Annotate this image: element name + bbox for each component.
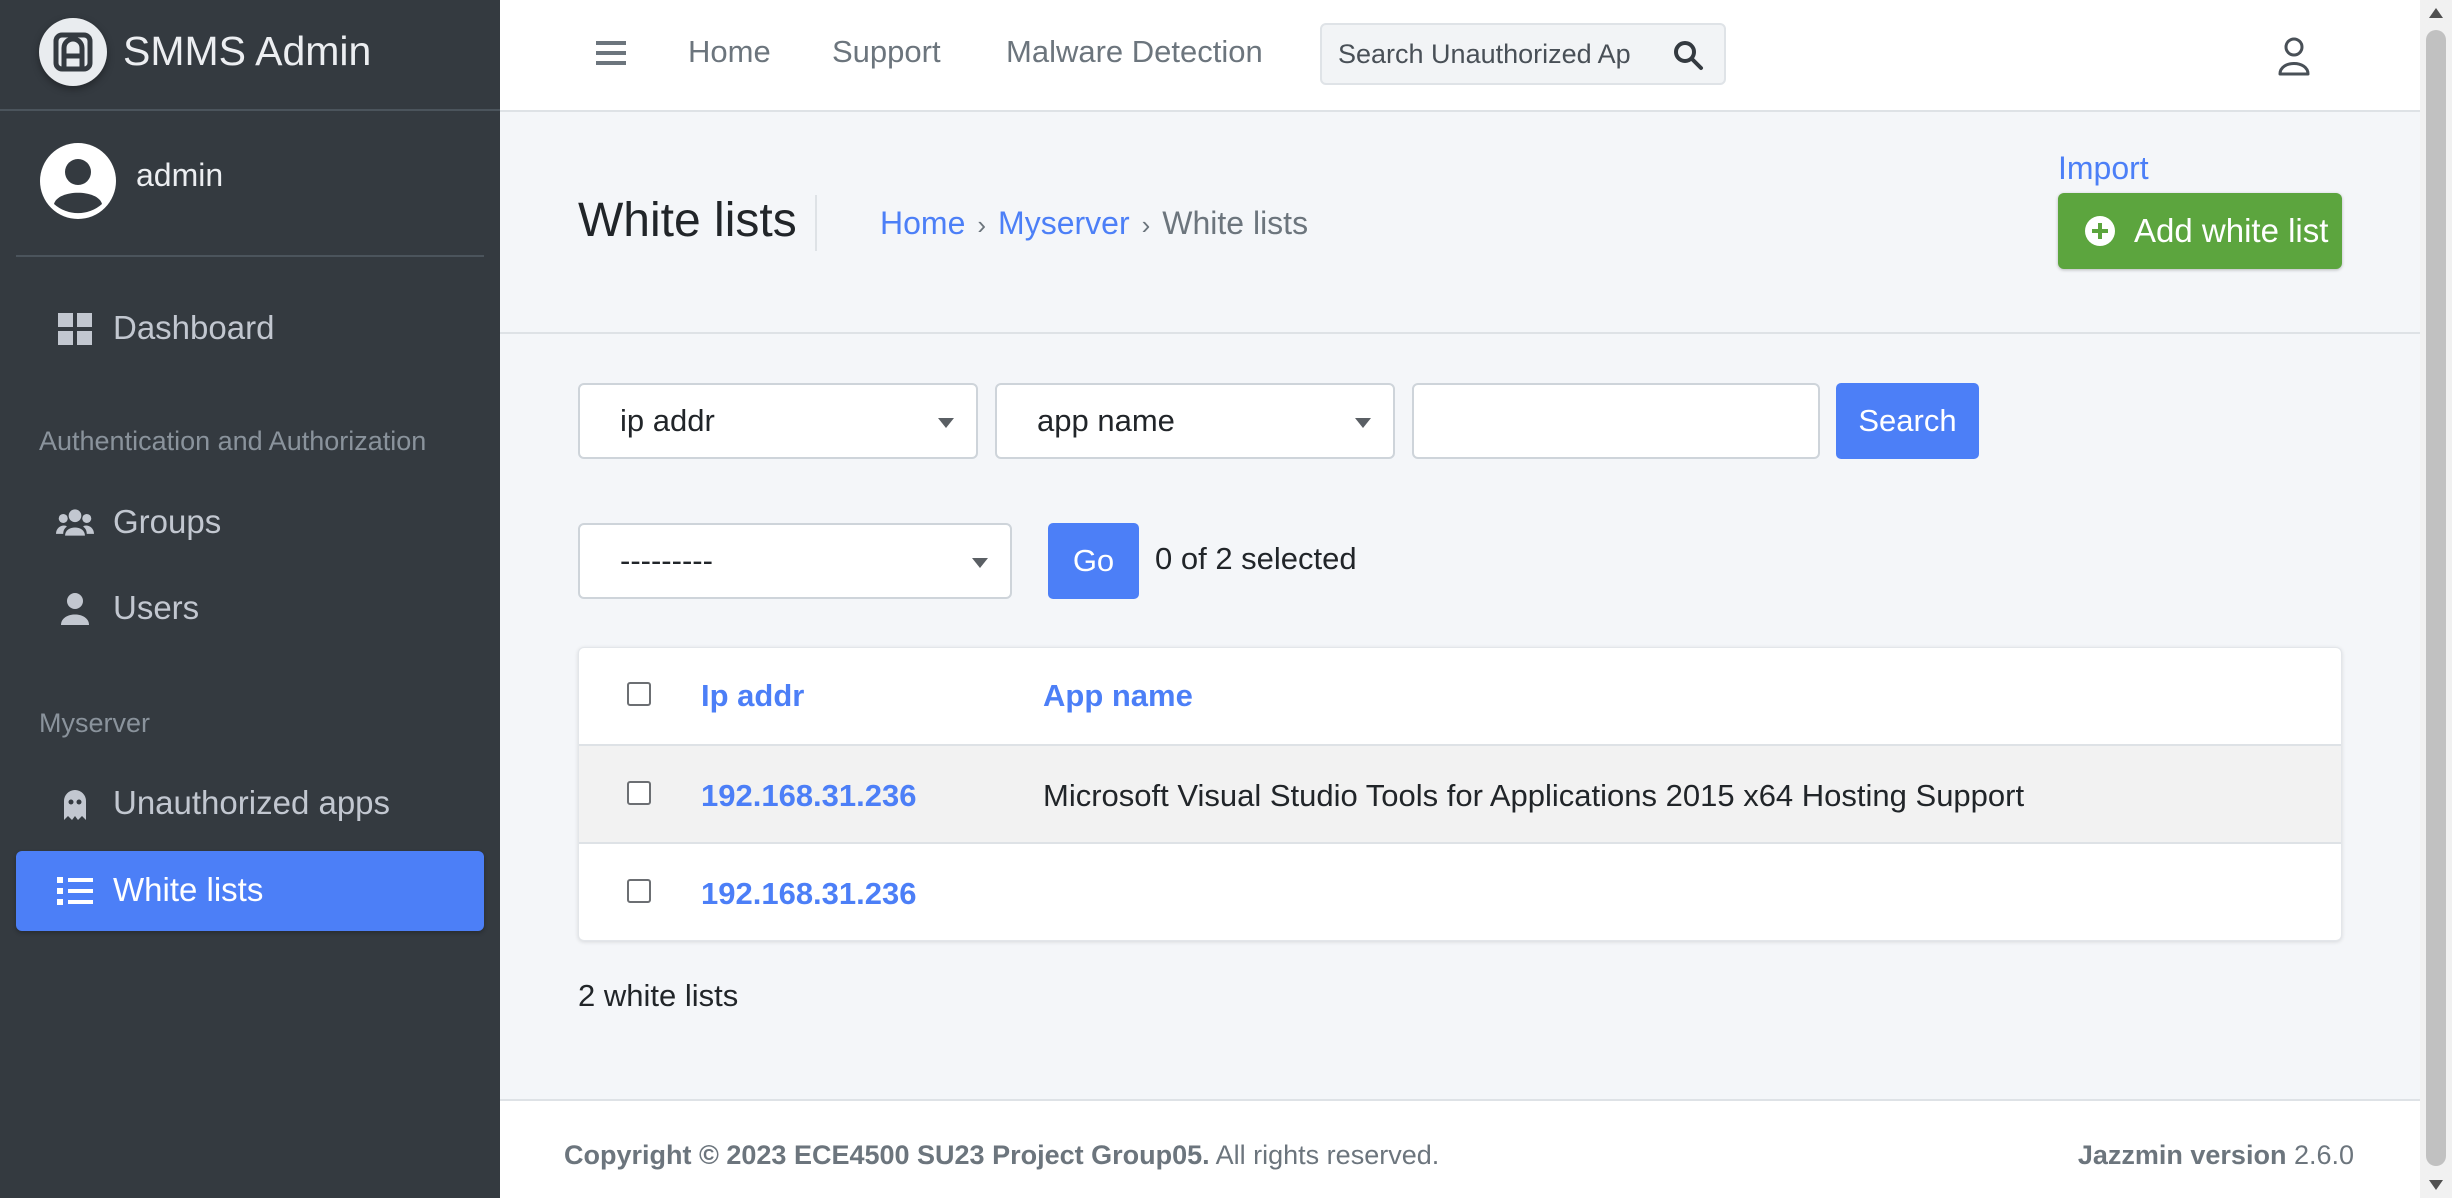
breadcrumb-separator: › — [1141, 210, 1151, 240]
copyright-bold: Copyright © 2023 ECE4500 SU23 Project Gr… — [564, 1140, 1210, 1170]
sidebar-item-label: White lists — [113, 871, 264, 908]
plus-circle-icon — [2085, 216, 2115, 246]
user-menu-icon[interactable] — [2276, 36, 2312, 76]
content-divider — [500, 332, 2420, 334]
search-button[interactable]: Search — [1836, 383, 1979, 459]
users-group-icon — [56, 509, 94, 536]
table-header: Ip addr App name — [579, 648, 2341, 746]
select-value: --------- — [620, 543, 713, 578]
selection-counter: 0 of 2 selected — [1155, 541, 1357, 576]
nav-link-home[interactable]: Home — [688, 34, 771, 70]
select-all-checkbox[interactable] — [627, 682, 651, 706]
dashboard-icon — [58, 313, 92, 345]
copyright-text: Copyright © 2023 ECE4500 SU23 Project Gr… — [564, 1140, 1439, 1171]
column-header-ip-addr[interactable]: Ip addr — [701, 678, 804, 714]
select-value: app name — [1037, 403, 1175, 438]
admin-logo-icon — [39, 18, 107, 86]
ip-addr-link[interactable]: 192.168.31.236 — [701, 778, 917, 814]
import-link[interactable]: Import — [2058, 150, 2149, 187]
white-lists-table: Ip addr App name 192.168.31.236 Microsof… — [578, 647, 2342, 941]
search-icon[interactable] — [1672, 39, 1704, 71]
version-text: Jazzmin version 2.6.0 — [2078, 1140, 2354, 1171]
breadcrumb-myserver[interactable]: Myserver — [998, 205, 1130, 241]
page-scrollbar[interactable] — [2420, 0, 2452, 1198]
breadcrumb-home[interactable]: Home — [880, 205, 965, 241]
scroll-down-arrow-icon[interactable] — [2429, 1180, 2443, 1190]
sidebar-item-label: Groups — [113, 503, 222, 540]
row-checkbox[interactable] — [627, 879, 651, 903]
chevron-down-icon — [938, 418, 954, 428]
table-row: 192.168.31.236 Microsoft Visual Studio T… — [579, 746, 2341, 844]
add-white-list-label: Add white list — [2134, 212, 2329, 249]
sidebar-item-label: Unauthorized apps — [113, 784, 391, 821]
version-value: 2.6.0 — [2286, 1140, 2354, 1170]
nav-link-support[interactable]: Support — [832, 34, 941, 70]
avatar[interactable] — [40, 143, 116, 219]
brand-name: SMMS Admin — [123, 28, 372, 74]
sidebar-item-users[interactable]: Users — [16, 569, 484, 649]
column-header-app-name[interactable]: App name — [1043, 678, 1193, 714]
nav-section-header: Myserver — [39, 708, 151, 738]
scroll-up-arrow-icon[interactable] — [2429, 8, 2443, 18]
search-input[interactable] — [1322, 25, 1652, 83]
go-button[interactable]: Go — [1048, 523, 1139, 599]
title-divider — [815, 195, 817, 251]
top-navbar: Home Support Malware Detection — [500, 0, 2420, 112]
ip-addr-filter-select[interactable]: ip addr — [578, 383, 978, 459]
nav-link-malware-detection[interactable]: Malware Detection — [1006, 34, 1263, 70]
row-checkbox[interactable] — [627, 781, 651, 805]
footer: Copyright © 2023 ECE4500 SU23 Project Gr… — [500, 1099, 2420, 1198]
sidebar-item-dashboard[interactable]: Dashboard — [16, 289, 484, 369]
breadcrumb: Home › Myserver › White lists — [880, 205, 1308, 242]
page-title: White lists — [578, 194, 797, 247]
user-panel: admin — [16, 112, 484, 257]
navbar-search — [1320, 23, 1726, 85]
sidebar-item-unauthorized-apps[interactable]: Unauthorized apps — [16, 764, 484, 844]
app-name-filter-select[interactable]: app name — [995, 383, 1395, 459]
sidebar: SMMS Admin admin Dashboard Authenticatio… — [0, 0, 500, 1198]
chevron-down-icon — [972, 558, 988, 568]
sidebar-item-label: Dashboard — [113, 309, 275, 346]
version-label: Jazzmin version — [2077, 1140, 2287, 1170]
ghost-icon — [64, 790, 86, 820]
breadcrumb-separator: › — [977, 210, 987, 240]
table-row: 192.168.31.236 — [579, 844, 2341, 940]
breadcrumb-current: White lists — [1162, 205, 1309, 241]
scroll-thumb[interactable] — [2426, 30, 2446, 1166]
add-white-list-button[interactable]: Add white list — [2058, 193, 2342, 269]
chevron-down-icon — [1355, 418, 1371, 428]
sidebar-item-white-lists[interactable]: White lists — [16, 851, 484, 931]
result-count: 2 white lists — [578, 978, 739, 1013]
search-term-input[interactable] — [1412, 383, 1820, 459]
app-name-cell: Microsoft Visual Studio Tools for Applic… — [1043, 778, 2025, 813]
list-icon — [57, 877, 93, 905]
ip-addr-link[interactable]: 192.168.31.236 — [701, 876, 917, 912]
sidebar-item-label: Users — [113, 589, 200, 626]
user-icon — [61, 593, 89, 625]
action-select[interactable]: --------- — [578, 523, 1012, 599]
user-name[interactable]: admin — [136, 157, 223, 194]
sidebar-item-groups[interactable]: Groups — [16, 483, 484, 563]
brand-link[interactable]: SMMS Admin — [0, 0, 500, 111]
hamburger-menu-icon[interactable] — [594, 38, 628, 68]
copyright-rest: All rights reserved. — [1209, 1140, 1440, 1170]
select-value: ip addr — [620, 403, 715, 438]
nav-section-header: Authentication and Authorization — [39, 426, 427, 456]
